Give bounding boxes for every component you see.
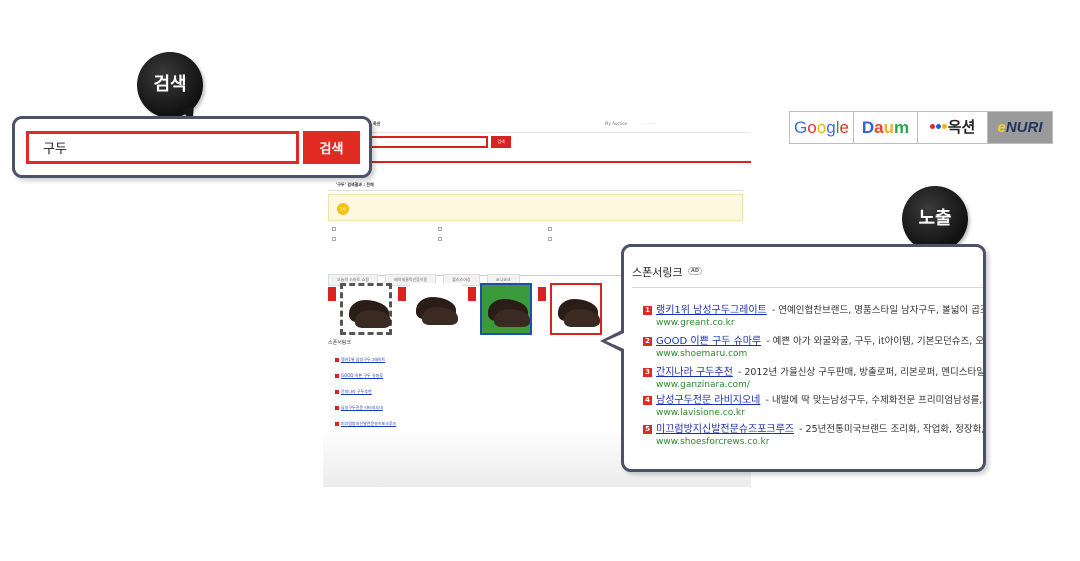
checkbox[interactable]	[438, 237, 442, 241]
sponsored-ad-1: 1 랭키1위 남성구두그레이트 - 연예인협찬브랜드, 명품스타일 남자구두, 볼…	[643, 298, 986, 328]
mini-ad-row[interactable]: 남성구두전문 라비지오네	[335, 405, 383, 411]
ad-description: - 연예인협찬브랜드, 명품스타일 남자구두, 볼넓이 곱조절	[771, 305, 986, 316]
product-thumb[interactable]	[550, 283, 602, 335]
result-header: '구두' 검색결과 : 전체	[328, 179, 743, 191]
mini-ad-row[interactable]: 간지나라 구두추천	[335, 389, 372, 395]
ad-title-link[interactable]: GOOD 이쁜 구두 슈마루	[656, 336, 761, 347]
search-engine-logos: Google Daum 옥션 eNURI	[789, 111, 1053, 144]
recommend-strip: 추천	[328, 194, 743, 221]
ad-rank-badge: 1	[643, 306, 652, 315]
sponsored-divider	[632, 287, 983, 288]
ad-badge: AD	[688, 267, 703, 275]
ad-title-link[interactable]: 미끄럼방지신발전문슈즈포크루즈	[656, 424, 794, 435]
auction-category-nav[interactable]	[323, 153, 751, 163]
ad-rank-badge: 5	[643, 425, 652, 434]
sponsored-callout-panel: 스폰서링크 AD 1 랭키1위 남성구두그레이트 - 연예인협찬브랜드, 명품스타…	[621, 244, 986, 472]
checkbox[interactable]	[332, 227, 336, 231]
ad-rank-badge: 4	[643, 396, 652, 405]
ad-title-link[interactable]: 간지나라 구두추천	[656, 367, 733, 378]
ad-description: - 25년전통미국브랜드 조리화, 작업화, 정장화, 운	[799, 424, 986, 435]
sponsored-ad-3: 3 간지나라 구두추천 - 2012년 가을신상 구두판매, 방출로퍼, 리본로퍼…	[643, 360, 986, 390]
ad-url[interactable]: www.shoesforcrews.co.kr	[656, 437, 983, 447]
checkbox[interactable]	[332, 237, 336, 241]
mini-ad-row[interactable]: GOOD 이쁜 구두 슈마루	[335, 373, 383, 379]
top-links[interactable]: · · · · ·	[643, 121, 654, 126]
ad-url[interactable]: www.shoemaru.com	[656, 349, 983, 359]
auction-topbar: 옥션 My Auction · · · · ·	[323, 111, 751, 133]
ad-description: - 예쁜 아가 와굴와굴, 구두, it아이템, 기본모던슈즈, 오늘의	[766, 336, 986, 347]
rank-tag	[328, 287, 336, 301]
product-thumb[interactable]	[340, 283, 392, 335]
checkbox[interactable]	[548, 237, 552, 241]
ad-url[interactable]: www.greant.co.kr	[656, 318, 983, 328]
checkbox[interactable]	[548, 227, 552, 231]
my-auction-link[interactable]: My Auction	[605, 121, 627, 126]
sponsored-ad-2: 2 GOOD 이쁜 구두 슈마루 - 예쁜 아가 와굴와굴, 구두, it아이템,…	[643, 329, 986, 359]
search-callout-panel: 검색	[12, 116, 372, 178]
search-input[interactable]	[26, 131, 299, 164]
sponsored-ad-5: 5 미끄럼방지신발전문슈즈포크루즈 - 25년전통미국브랜드 조리화, 작업화, …	[643, 417, 986, 447]
recommend-badge: 추천	[337, 203, 349, 215]
auction-logo-text: 옥션	[373, 121, 381, 126]
rank-tag	[398, 287, 406, 301]
enuri-logo: eNURI	[988, 112, 1052, 143]
exposure-bubble: 노출	[902, 186, 968, 252]
product-thumb[interactable]	[410, 283, 462, 335]
sponsored-title: 스폰서링크	[632, 266, 683, 279]
rank-tag	[538, 287, 546, 301]
mini-sponsor-label: 스폰서링크	[328, 340, 352, 346]
result-count-text: '구두' 검색결과 : 전체	[336, 182, 374, 187]
google-logo: Google	[790, 112, 854, 143]
product-thumb[interactable]	[480, 283, 532, 335]
daum-logo: Daum	[854, 112, 918, 143]
checkbox[interactable]	[438, 227, 442, 231]
search-button[interactable]: 검색	[303, 131, 360, 164]
auction-search-button[interactable]: 검색	[491, 136, 511, 148]
ad-description: - 2012년 가을신상 구두판매, 방출로퍼, 리본로퍼, 멘디스타일 구	[737, 367, 986, 378]
ad-title-link[interactable]: 남성구두전문 라비지오네	[656, 395, 760, 406]
ad-rank-badge: 3	[643, 368, 652, 377]
ad-description: - 내발에 딱 맞는남성구두, 수제화전문 프리미엄남성를, 초	[765, 395, 986, 406]
sponsored-ad-4: 4 남성구두전문 라비지오네 - 내발에 딱 맞는남성구두, 수제화전문 프리미엄…	[643, 388, 986, 418]
auction-logo: 옥션	[918, 112, 988, 143]
ad-title-link[interactable]: 랭키1위 남성구두그레이트	[656, 305, 767, 316]
rank-tag	[468, 287, 476, 301]
mini-ad-row[interactable]: 랭키1위 남성구두그레이트	[335, 357, 385, 363]
ad-rank-badge: 2	[643, 337, 652, 346]
callout-pointer-fill	[606, 333, 624, 349]
